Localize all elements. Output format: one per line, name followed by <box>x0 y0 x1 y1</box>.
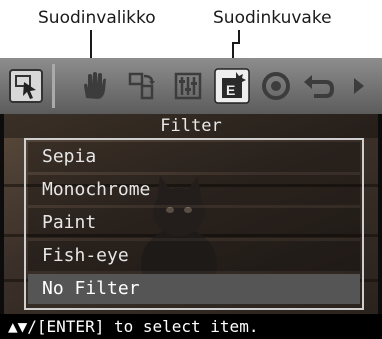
undo-icon[interactable] <box>300 68 336 104</box>
filter-menu: Sepia Monochrome Paint Fish-eye No Filte… <box>24 138 364 310</box>
status-bar: ▲▼/[ENTER] to select item. <box>0 314 382 339</box>
toolbar: E <box>0 58 382 114</box>
camera-screen: E Filter Sepia Monochrome Paint Fish-eye <box>0 58 382 339</box>
hand-icon[interactable] <box>76 68 112 104</box>
callout-filter-icon: Suodinkuvake <box>213 8 332 28</box>
menu-item-paint[interactable]: Paint <box>28 208 360 238</box>
menu-title: Filter <box>4 114 378 138</box>
menu-item-fish-eye[interactable]: Fish-eye <box>28 241 360 271</box>
menu-item-no-filter[interactable]: No Filter <box>28 274 360 304</box>
rotate-icon[interactable] <box>124 68 160 104</box>
leader-line-filter-icon-v1 <box>238 30 240 42</box>
select-arrow-icon[interactable] <box>8 68 44 104</box>
svg-text:E: E <box>226 82 235 98</box>
toolbar-divider <box>52 64 55 108</box>
menu-item-monochrome[interactable]: Monochrome <box>28 175 360 205</box>
filter-icon[interactable]: E <box>214 68 250 104</box>
menu-item-sepia[interactable]: Sepia <box>28 142 360 172</box>
next-arrow-icon[interactable] <box>346 68 370 104</box>
callout-filter-menu: Suodinvalikko <box>38 8 156 28</box>
adjust-icon[interactable] <box>170 68 206 104</box>
red-eye-icon[interactable] <box>258 68 294 104</box>
